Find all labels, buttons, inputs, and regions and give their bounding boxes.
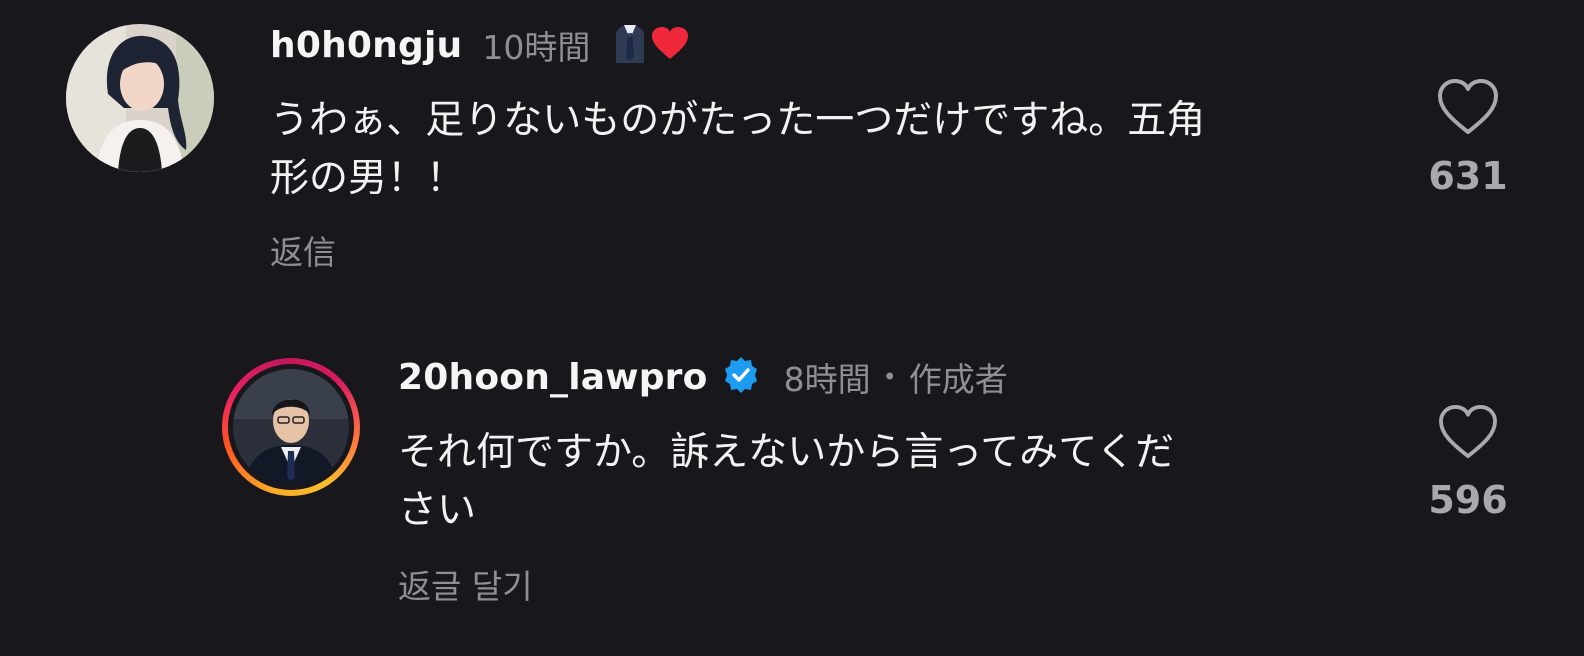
comment-text-line-1: うわぁ、足りないものがたった一つだけですね。五角 [270,98,1206,143]
timestamp: 10時間 [482,28,591,67]
like-count: 596 [1428,478,1508,522]
like-count: 631 [1428,154,1508,198]
heart-outline-icon [1439,404,1497,459]
comment-text-line-2: さい [398,488,477,533]
comment-text: うわぁ、足りないものがたった一つだけですね。五角 形の男！！ [270,92,1380,208]
like-button[interactable] [1413,404,1523,464]
comment-header: h0h0ngju 10時間 [270,20,690,70]
reply-button[interactable]: 返信 [270,226,336,274]
like-column: 596 [1413,404,1523,522]
author-tag: 作成者 [908,360,1008,399]
avatar[interactable] [66,24,214,172]
comment-text: それ何ですか。訴えないから言ってみてくだ さい [398,424,1358,540]
like-column: 631 [1413,78,1523,198]
verified-badge-icon [722,356,760,398]
comment-text-line-2: 形の男！！ [270,156,466,201]
like-button[interactable] [1413,78,1523,140]
comment-2: 20hoon_lawpro 8時間 • 作成者 それ何ですか。訴えないから言って… [0,300,1584,656]
suit-icon [612,23,648,67]
comment-text-line-1: それ何ですか。訴えないから言ってみてくだ [398,430,1175,475]
username[interactable]: h0h0ngju [270,25,462,66]
avatar[interactable] [233,369,349,485]
timestamp: 8時間 [783,360,871,399]
comment-header: 20hoon_lawpro 8時間 • 作成者 [398,352,1008,402]
red-heart-icon [650,25,690,65]
username[interactable]: 20hoon_lawpro [398,357,708,398]
story-ring[interactable] [222,358,360,496]
separator-dot: • [882,363,897,391]
heart-outline-icon [1438,79,1498,134]
comment-1: h0h0ngju 10時間 うわぁ、足りないものがたった一つだけですね。五角 形… [0,0,1584,300]
reply-button[interactable]: 返글 달기 [398,560,533,608]
